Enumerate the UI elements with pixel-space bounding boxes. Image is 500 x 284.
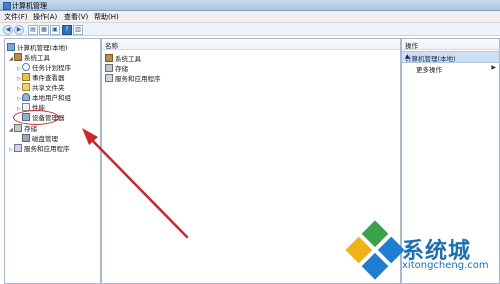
tree-item-label: 服务和应用程序 bbox=[24, 145, 70, 153]
storage-icon bbox=[14, 124, 22, 132]
actions-header-label: 操作 bbox=[405, 42, 418, 50]
toolbar: ◀ ▶ ▤ ▦ ▣ ? ▥ bbox=[0, 23, 500, 36]
tree-item-local-users[interactable]: ▷ 本地用户和组 bbox=[17, 92, 71, 102]
tree-item-task-scheduler[interactable]: ▷ 任务计划程序 bbox=[17, 62, 71, 72]
windows-logo-icon bbox=[345, 220, 405, 280]
column-header-label: 名称 bbox=[105, 42, 118, 50]
window-title: 计算机管理 bbox=[12, 2, 47, 10]
tree-item-performance[interactable]: ▷ 性能 bbox=[17, 102, 45, 112]
list-item-label: 系统工具 bbox=[115, 55, 141, 63]
tree-item-label: 共享文件夹 bbox=[32, 84, 65, 92]
event-viewer-icon bbox=[22, 73, 30, 81]
back-icon[interactable]: ◀ bbox=[3, 25, 13, 35]
caret-up-icon[interactable]: ▲ bbox=[405, 53, 496, 60]
console-icon[interactable]: ▥ bbox=[73, 25, 83, 35]
tree-item-system-tools[interactable]: ◢ 系统工具 bbox=[9, 52, 50, 62]
menu-file[interactable]: 文件(F) bbox=[4, 12, 28, 22]
tree-item-storage[interactable]: ◢ 存储 bbox=[9, 123, 37, 133]
title-bar: 计算机管理 bbox=[0, 0, 500, 11]
watermark-url: xitongcheng.com bbox=[402, 260, 489, 271]
tree-item-services-apps[interactable]: ▷ 服务和应用程序 bbox=[9, 143, 70, 153]
menu-view[interactable]: 查看(V) bbox=[64, 12, 88, 22]
tree-item-label: 任务计划程序 bbox=[32, 64, 71, 72]
list-item[interactable]: 服务和应用程序 bbox=[105, 73, 161, 83]
tree-item-label: 系统工具 bbox=[24, 54, 50, 62]
tree-item-label: 计算机管理(本地) bbox=[17, 44, 68, 52]
device-manager-icon bbox=[22, 113, 30, 121]
column-header-name[interactable]: 名称 bbox=[102, 39, 400, 50]
navigation-tree: 计算机管理(本地) ◢ 系统工具 ▷ 任务计划程序 ▷ 事件查看器 ▷ 共享文件夹 ▷ 本… bbox=[4, 38, 101, 284]
list-item[interactable]: 系统工具 bbox=[105, 53, 141, 63]
tree-item-label: 设备管理器 bbox=[32, 114, 65, 122]
computer-icon bbox=[7, 43, 15, 51]
storage-icon bbox=[105, 64, 113, 72]
more-actions-link[interactable]: 更多操作 bbox=[416, 64, 442, 74]
actions-header: 操作 bbox=[402, 39, 499, 50]
tree-item-label: 磁盘管理 bbox=[32, 135, 58, 143]
watermark: 系统城 xitongcheng.com bbox=[345, 220, 498, 281]
list-item-label: 服务和应用程序 bbox=[115, 75, 161, 83]
forward-icon[interactable]: ▶ bbox=[14, 25, 24, 35]
tools-icon bbox=[14, 53, 22, 61]
caret-right-icon[interactable]: ▶ bbox=[491, 64, 496, 71]
action-group-computer-management[interactable]: 计算机管理(本地) ▲ bbox=[402, 51, 499, 63]
show-hide-tree-icon[interactable]: ▦ bbox=[39, 25, 49, 35]
tree-item-disk-management[interactable]: 磁盘管理 bbox=[22, 133, 58, 143]
tree-item-label: 事件查看器 bbox=[32, 74, 65, 82]
properties-icon[interactable]: ▣ bbox=[50, 25, 60, 35]
disk-icon bbox=[22, 134, 30, 142]
tree-item-label: 本地用户和组 bbox=[32, 94, 71, 102]
performance-icon bbox=[22, 103, 30, 111]
tools-icon bbox=[105, 54, 113, 62]
tree-item-label: 性能 bbox=[32, 104, 45, 112]
services-icon bbox=[105, 74, 113, 82]
tree-item-root[interactable]: 计算机管理(本地) bbox=[7, 42, 68, 52]
menu-action[interactable]: 操作(A) bbox=[33, 12, 57, 22]
help-icon[interactable]: ? bbox=[62, 25, 72, 35]
tree-item-device-manager[interactable]: 设备管理器 bbox=[22, 112, 65, 122]
folder-icon bbox=[22, 83, 30, 91]
clock-icon bbox=[22, 63, 30, 71]
tree-item-event-viewer[interactable]: ▷ 事件查看器 bbox=[17, 72, 65, 82]
tree-item-label: 存储 bbox=[24, 125, 37, 133]
menu-help[interactable]: 帮助(H) bbox=[94, 12, 119, 22]
tree-item-shared-folders[interactable]: ▷ 共享文件夹 bbox=[17, 82, 65, 92]
list-item-label: 存储 bbox=[115, 65, 128, 73]
services-icon bbox=[14, 144, 22, 152]
computer-management-icon bbox=[3, 2, 11, 10]
list-item[interactable]: 存储 bbox=[105, 63, 128, 73]
users-icon bbox=[22, 93, 30, 101]
menu-bar: 文件(F) 操作(A) 查看(V) 帮助(H) bbox=[0, 11, 500, 23]
up-folder-icon[interactable]: ▤ bbox=[28, 25, 38, 35]
